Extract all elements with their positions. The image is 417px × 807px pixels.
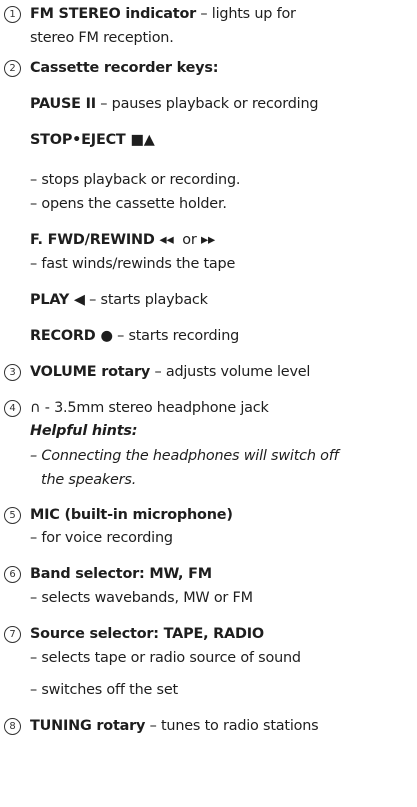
item-mic: MIC (built-in microphone): [30, 505, 233, 525]
item-number-5: 5: [4, 507, 21, 524]
key-title: F. FWD/REWIND ◂◂: [30, 232, 174, 248]
item-desc: – lights up for: [196, 6, 296, 22]
key-title: PAUSE II: [30, 96, 96, 112]
item-number-3: 3: [4, 364, 21, 381]
item-number-1: 1: [4, 6, 21, 23]
item-number-2: 2: [4, 60, 21, 77]
manual-page: 1 FM STEREO indicator – lights up for st…: [0, 0, 417, 807]
helpful-hints-title: Helpful hints:: [30, 421, 138, 441]
mic-desc: – for voice recording: [30, 530, 173, 546]
stop-desc-2: – opens the cassette holder.: [30, 196, 227, 212]
item-number-6: 6: [4, 566, 21, 583]
key-desc: – starts recording: [112, 328, 240, 344]
item-desc-cont: stereo FM reception.: [30, 30, 174, 46]
play-key: PLAY ◀ – starts playback: [30, 290, 208, 310]
stop-desc-1: – stops playback or recording.: [30, 172, 241, 188]
band-desc: – selects wavebands, MW or FM: [30, 590, 253, 606]
key-title: RECORD ●: [30, 328, 113, 344]
item-title: VOLUME rotary: [30, 364, 151, 380]
record-key: RECORD ● – starts recording: [30, 326, 239, 346]
stop-eject-key: STOP•EJECT ■▲: [30, 130, 155, 150]
item-fm-stereo: FM STEREO indicator – lights up for: [30, 4, 296, 24]
source-desc-2: – switches off the set: [30, 682, 178, 698]
key-or: or: [173, 232, 201, 248]
key-desc: – pauses playback or recording: [95, 96, 319, 112]
item-title: Band selector: MW, FM: [30, 566, 212, 582]
hint-title: Helpful hints:: [30, 423, 138, 439]
item-desc: – tunes to radio stations: [145, 718, 319, 734]
item-title: Source selector: TAPE, RADIO: [30, 626, 264, 642]
item-desc: - 3.5mm stereo headphone jack: [40, 400, 269, 416]
hint-line-2: the speakers.: [41, 472, 137, 488]
item-headphone: ∩ - 3.5mm stereo headphone jack: [30, 398, 269, 418]
source-desc-1: – selects tape or radio source of sound: [30, 650, 301, 666]
item-band-selector: Band selector: MW, FM: [30, 564, 212, 584]
item-cassette-keys: Cassette recorder keys:: [30, 58, 218, 78]
key-title: PLAY ◀: [30, 292, 85, 308]
item-number-4: 4: [4, 400, 21, 417]
item-number-8: 8: [4, 718, 21, 735]
headphone-icon: ∩: [30, 400, 41, 416]
key-desc: – starts playback: [84, 292, 208, 308]
ffwd-symbol: ▸▸: [200, 232, 215, 248]
item-source-selector: Source selector: TAPE, RADIO: [30, 624, 264, 644]
item-title: MIC (built-in microphone): [30, 507, 233, 523]
item-desc: – adjusts volume level: [150, 364, 311, 380]
item-title: FM STEREO indicator: [30, 6, 197, 22]
key-title: STOP•EJECT ■▲: [30, 132, 155, 148]
item-title: Cassette recorder keys:: [30, 60, 219, 76]
item-volume: VOLUME rotary – adjusts volume level: [30, 362, 310, 382]
pause-key: PAUSE II – pauses playback or recording: [30, 94, 319, 114]
item-tuning: TUNING rotary – tunes to radio stations: [30, 716, 319, 736]
item-title: TUNING rotary: [30, 718, 146, 734]
ffwd-rewind-key: F. FWD/REWIND ◂◂ or ▸▸: [30, 230, 215, 250]
ffwd-desc: – fast winds/rewinds the tape: [30, 256, 236, 272]
item-number-7: 7: [4, 626, 21, 643]
hint-line-1: – Connecting the headphones will switch …: [30, 448, 339, 464]
